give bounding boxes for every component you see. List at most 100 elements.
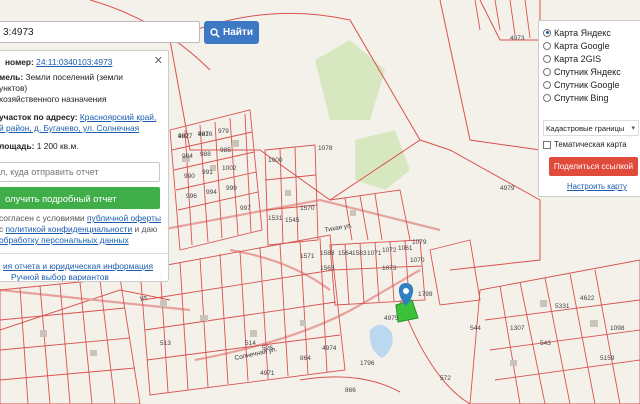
cadastral-number-label: номер: [5,57,34,67]
radio-icon [543,67,551,76]
layer-option-label: Спутник Яндекс [554,66,621,77]
parcel-number-label: 1002 [222,165,237,172]
overlay-select-value: Кадастровые границы [546,123,625,133]
parcel-number-label: 1545 [285,217,300,224]
parcel-number-label: 991 [202,169,213,176]
parcel-number-label: 1307 [510,325,525,332]
get-report-label: олучить подробный отчет [5,192,117,204]
parcel-number-label: 1583 [352,250,367,257]
parcel-number-label: 984 [182,153,193,160]
parcel-number-label: 1071 [367,250,382,257]
search-icon [210,27,220,38]
search-button[interactable]: Найти [204,21,259,44]
layer-option-bing-sat[interactable]: Спутник Bing [543,91,608,104]
area-label: лощадь: [0,141,35,151]
land-category-value-cont: унктов) [0,83,28,93]
address-label: участок по адресу: [0,112,78,122]
email-field[interactable] [0,162,160,182]
layer-option-yandex-sat[interactable]: Спутник Яндекс [543,65,621,78]
land-usage-value: хозяйственного назначения [0,94,107,104]
checkbox-icon [543,140,551,149]
terms-text: согласен с условиями [0,213,85,223]
search-button-label: Найти [223,27,253,38]
terms-text-3: и даю [134,224,158,234]
parcel-number-label: 4974 [322,345,337,352]
parcel-number-label: 1564 [338,250,353,257]
parcel-number-label: 5159 [600,355,615,362]
parcel-number-label: 996 [186,193,197,200]
layer-option-label: Карта Google [554,40,610,51]
layer-option-yandex-map[interactable]: Карта Яндекс [543,26,611,39]
parcel-number-label: 1588 [320,250,335,257]
parcel-number-label: 990 [184,173,195,180]
privacy-link[interactable]: политикой конфиденциальности [6,224,133,234]
cadastral-number-link[interactable]: 24:11:0340103:4973 [36,57,112,67]
share-link-label: Поделиться ссылкой [553,162,634,171]
parcel-number-label: 1796 [360,360,375,367]
terms-text-2: с [0,224,3,234]
radio-icon [543,54,551,63]
parcel-number-label: 1079 [412,239,427,246]
close-icon[interactable]: ✕ [154,54,163,67]
radio-icon [543,93,551,102]
parcel-number-label: 979 [218,128,229,135]
offer-link[interactable]: публичной оферты [87,213,161,223]
parcel-number-label: 513 [160,340,171,347]
layer-option-google-sat[interactable]: Спутник Google [543,78,619,91]
parcel-number-label: 1000 [268,157,283,164]
personal-data-link[interactable]: обработку персональных данных [0,235,129,245]
land-category-value: Земли поселений (земли [25,72,123,82]
parcel-number-label: 1563 [320,265,335,272]
parcel-number-label: 988 [200,151,211,158]
parcel-number-label: 1073 [382,265,397,272]
area-value: 1 200 кв.м. [36,141,79,151]
parcel-number-label: 4622 [580,295,595,302]
parcel-info-panel: ✕ номер: 24:11:0340103:4973 мель: Земли … [0,50,169,282]
parcel-number-label: 999 [226,185,237,192]
parcel-number-label: 1078 [318,145,333,152]
parcel-number-label: 1571 [300,253,315,260]
address-link[interactable]: Красноярский край, [80,112,156,122]
thematic-map-toggle[interactable]: Тематическая карта [543,140,627,149]
radio-icon [543,28,551,37]
land-category-label: мель: [0,72,24,82]
parcel-number-label: 543 [540,340,551,347]
example-report-link[interactable]: ия отчета и юридическая информация [3,261,153,271]
parcel-number-label: 1799 [418,291,433,298]
radio-icon [543,80,551,89]
share-link-button[interactable]: Поделиться ссылкой [549,157,638,176]
parcel-number-label: 994 [206,189,217,196]
parcel-number-label: 4976 [198,131,213,138]
chevron-down-icon: ▾ [631,125,635,132]
parcel-number-label: 4973 [510,35,525,42]
parcel-number-label: 572 [440,375,451,382]
parcel-number-label: 985 [220,147,231,154]
overlay-select[interactable]: Кадастровые границы ▾ [543,120,639,136]
parcel-number-label: 1072 [382,247,397,254]
layer-option-2gis-map[interactable]: Карта 2GIS [543,52,601,65]
parcel-number-label: 4977 [178,133,193,140]
parcel-number-label: 4971 [260,370,275,377]
map-layers-panel: Карта Яндекс Карта Google Карта 2GIS Спу… [538,20,640,197]
address-link-cont[interactable]: й район, д. Бугачево, ул. Солнечная [0,123,139,133]
parcel-number-label: 1070 [410,257,425,264]
thematic-map-label: Тематическая карта [554,140,627,149]
parcel-number-label: 864 [300,355,311,362]
parcel-number-label: 1531 [268,215,283,222]
parcel-number-label: 1098 [610,325,625,332]
layer-option-label: Карта 2GIS [554,53,602,64]
parcel-number-label: 997 [240,205,251,212]
radio-icon [543,41,551,50]
parcel-number-label: 4975 [384,315,399,322]
divider [0,253,168,254]
manual-choice-link[interactable]: Ручной выбор вариантов [11,272,109,281]
layer-option-label: Спутник Google [554,79,620,90]
parcel-number-label: 866 [345,387,356,394]
parcel-number-label: 514 [245,340,256,347]
search-input[interactable] [0,21,200,43]
get-report-button[interactable]: олучить подробный отчет [0,187,160,209]
map-settings-link[interactable]: Настроить карту [567,182,627,191]
parcel-number-label: 4979 [500,185,515,192]
layer-option-google-map[interactable]: Карта Google [543,39,610,52]
layer-option-label: Карта Яндекс [554,27,611,38]
